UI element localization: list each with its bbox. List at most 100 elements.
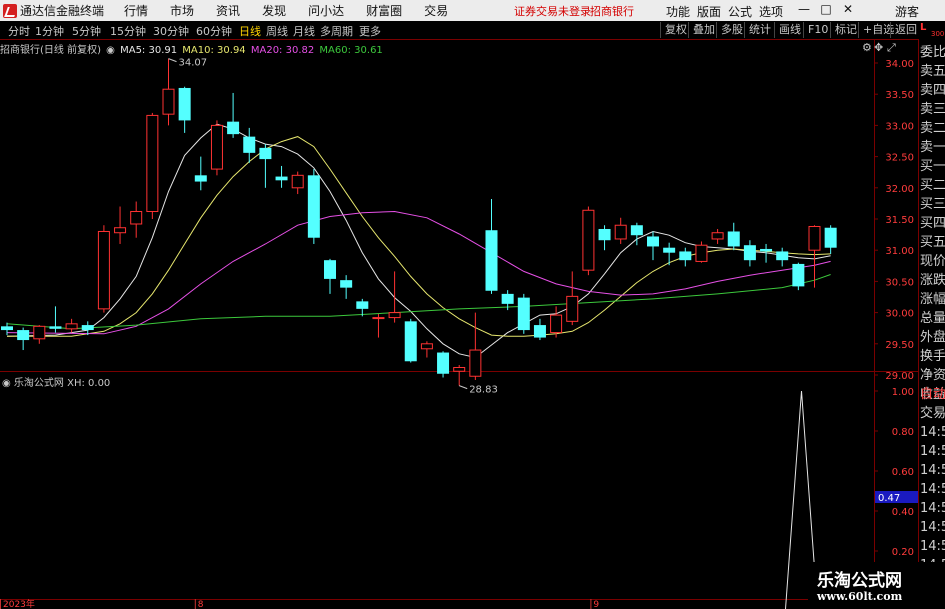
indicator-settings-icon[interactable]: ◉ xyxy=(2,378,11,389)
candle xyxy=(420,341,433,358)
menu-options[interactable]: 选项 xyxy=(759,3,783,20)
candle xyxy=(404,318,417,363)
menu-function[interactable]: 功能 xyxy=(666,3,690,20)
adjust-button[interactable]: 复权 xyxy=(660,22,691,38)
period-30min[interactable]: 30分钟 xyxy=(153,23,189,39)
side-row-time: 14:56 xyxy=(920,444,945,459)
price-tick-label: 32.00 xyxy=(885,184,914,195)
minimize-icon[interactable]: — xyxy=(796,2,812,16)
candle xyxy=(614,217,627,244)
side-row-time: 14:56 xyxy=(920,482,945,497)
candles xyxy=(1,58,837,386)
side-row-time: 14:56 xyxy=(920,539,945,554)
side-row-time: 14:56 xyxy=(920,463,945,478)
candle-body xyxy=(760,248,773,252)
stock-link[interactable]: 招商银行 xyxy=(590,3,634,19)
stock-title: 招商银行(日线 前复权) xyxy=(0,45,101,56)
candle xyxy=(485,199,498,294)
period-1min[interactable]: 1分钟 xyxy=(35,23,64,39)
period-daily[interactable]: 日线 xyxy=(239,23,261,39)
menu-trade[interactable]: 交易 xyxy=(424,2,448,19)
back-button[interactable]: 返回 xyxy=(890,22,921,38)
candle-body xyxy=(210,124,223,170)
overlay-button[interactable]: 叠加 xyxy=(688,22,719,38)
kline-chart[interactable]: 34.00 33.50 33.00 32.50 32.00 31.50 31.00 30.50… xyxy=(0,40,918,609)
stats-button[interactable]: 统计 xyxy=(744,22,775,38)
period-multi[interactable]: 多周期 xyxy=(320,23,353,39)
candle-body xyxy=(33,325,46,340)
candle-body xyxy=(679,251,692,261)
menu-formula[interactable]: 公式 xyxy=(728,3,752,20)
menu-xiaoda[interactable]: 问小达 xyxy=(308,2,344,19)
period-more[interactable]: 更多 xyxy=(359,23,381,39)
period-monthly[interactable]: 月线 xyxy=(293,23,315,39)
candle xyxy=(324,258,336,294)
period-15min[interactable]: 15分钟 xyxy=(110,23,146,39)
draw-button[interactable]: 画线 xyxy=(774,22,805,38)
period-timeshare[interactable]: 分时 xyxy=(8,23,30,39)
menu-discover[interactable]: 发现 xyxy=(262,2,286,19)
candle xyxy=(97,225,110,313)
move-icon[interactable]: ✥ xyxy=(874,41,883,54)
mark-button[interactable]: 标记 xyxy=(830,22,861,38)
candle-body xyxy=(194,175,207,182)
price-axis: 34.00 33.50 33.00 32.50 32.00 31.50 31.00 30.50… xyxy=(874,59,914,382)
candle xyxy=(340,275,353,299)
date-label: 9 xyxy=(593,600,599,609)
candle-body xyxy=(437,352,450,374)
ma60-label: MA60: 30.61 xyxy=(319,45,383,56)
multi-stock-button[interactable]: 多股 xyxy=(716,22,747,38)
maximize-icon[interactable]: □ xyxy=(818,2,834,16)
candle-body xyxy=(792,263,805,287)
candle xyxy=(711,228,724,244)
candle-body xyxy=(65,323,78,330)
menu-layout[interactable]: 版面 xyxy=(697,3,721,20)
guest-label[interactable]: 游客 xyxy=(895,3,919,20)
candle-body xyxy=(630,225,643,236)
candle-body xyxy=(162,88,175,115)
watermark-title: 乐淘公式网 xyxy=(817,571,902,591)
candle xyxy=(695,241,708,263)
indicator-tick-label: 1.00 xyxy=(892,387,914,398)
period-60min[interactable]: 60分钟 xyxy=(196,23,232,39)
candle xyxy=(49,306,62,333)
menu-market[interactable]: 市场 xyxy=(170,2,194,19)
candle-body xyxy=(307,175,320,238)
settings-icon[interactable]: ◉ xyxy=(106,45,115,56)
candle-body xyxy=(372,317,385,320)
candle-body xyxy=(259,147,272,160)
candle xyxy=(114,206,127,244)
menu-quotes[interactable]: 行情 xyxy=(124,2,148,19)
side-row-label: 买一 xyxy=(920,159,945,174)
close-icon[interactable]: ✕ xyxy=(840,2,856,16)
indicator-value: XH: 0.00 xyxy=(67,378,111,389)
ma5-label: MA5: 30.91 xyxy=(120,45,178,56)
menu-news[interactable]: 资讯 xyxy=(216,2,240,19)
candle xyxy=(469,312,482,380)
candle-body xyxy=(582,209,595,271)
f10-button[interactable]: F10 xyxy=(803,22,832,38)
candle xyxy=(647,231,659,261)
period-5min[interactable]: 5分钟 xyxy=(72,23,101,39)
quote-side-panel: 委比 卖五 卖四 卖三 卖二 卖一 买一 买二 买三 买四 买五 现价 涨跌 涨幅 总量 外盘 换手 净资 收益 自动… xyxy=(918,40,945,609)
candle xyxy=(388,271,401,323)
candle xyxy=(194,156,207,191)
login-status[interactable]: 证券交易未登录 xyxy=(514,3,591,19)
indicator-label: ◉ 乐淘公式网 XH: 0.00 xyxy=(2,374,110,389)
high-marker-line xyxy=(168,58,177,63)
candle-body xyxy=(566,295,579,322)
candle xyxy=(808,225,821,288)
menu-wealth[interactable]: 财富圈 xyxy=(366,2,402,19)
candle xyxy=(178,86,191,133)
candle xyxy=(566,271,579,326)
app-logo-icon xyxy=(3,3,17,18)
date-label: 8 xyxy=(198,600,204,609)
indicator-name: 乐淘公式网 xyxy=(13,378,64,389)
period-weekly[interactable]: 周线 xyxy=(266,23,288,39)
indicator-current-label: 0.47 xyxy=(878,493,900,504)
side-row-label: 卖五 xyxy=(920,64,945,79)
gear-icon[interactable]: ⚙ xyxy=(862,41,872,54)
candle-body xyxy=(695,244,708,262)
candle-body xyxy=(243,136,256,153)
pin-icon[interactable]: ⤢ xyxy=(887,41,896,55)
